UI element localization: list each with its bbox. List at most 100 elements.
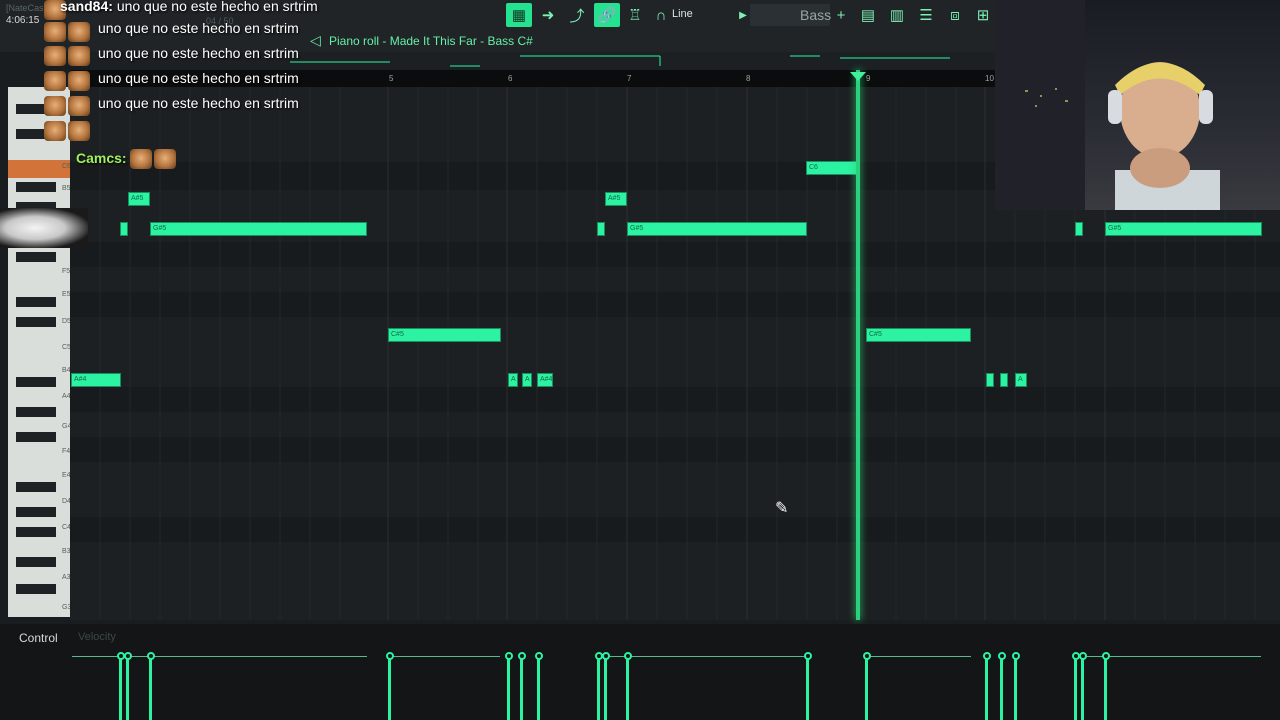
chat-message: uno que no este hecho en srtrim [98, 95, 299, 111]
note[interactable]: G#5 [627, 222, 807, 236]
note[interactable] [597, 222, 605, 236]
note[interactable]: A [522, 373, 532, 387]
velocity-bar[interactable] [119, 656, 122, 720]
arrow-icon[interactable]: ➜ [535, 3, 561, 27]
chat-username: Camcs: [76, 150, 127, 166]
emote-icon [44, 46, 66, 66]
chat-message: uno que no este hecho en srtrim [98, 70, 299, 86]
key-label: F4 [62, 448, 71, 455]
note[interactable] [1075, 222, 1083, 236]
velocity-bar[interactable] [1000, 656, 1003, 720]
piano-roll-icon[interactable]: ▦ [506, 3, 532, 27]
tree-icon[interactable]: ⊞ [970, 3, 996, 27]
velocity-bar[interactable] [388, 656, 391, 720]
note[interactable]: A#4 [537, 373, 553, 387]
key-highlight [8, 160, 70, 178]
velocity-baseline [390, 656, 500, 657]
plugin-icon[interactable]: ⧈ [942, 3, 968, 27]
velocity-bar[interactable] [604, 656, 607, 720]
chat-username: sand84: uno que no este hecho en srtrim [60, 0, 318, 14]
velocity-handle[interactable] [983, 652, 991, 660]
chat-message: uno que no este hecho en srtrim [98, 45, 299, 61]
mixer-icon[interactable]: ▥ [884, 3, 910, 27]
note[interactable]: C6 [806, 161, 858, 175]
velocity-handle[interactable] [147, 652, 155, 660]
stream-name: [NateCas [6, 3, 44, 13]
add-icon[interactable]: + [828, 3, 854, 27]
piano-roll-title: Piano roll - Made It This Far - Bass C# [329, 34, 533, 48]
note[interactable]: A#5 [128, 192, 150, 206]
note[interactable] [1000, 373, 1008, 387]
velocity-bar[interactable] [520, 656, 523, 720]
velocity-bar[interactable] [1081, 656, 1084, 720]
emote-icon [154, 149, 176, 169]
velocity-bar[interactable] [865, 656, 868, 720]
bar-number: 7 [627, 74, 632, 83]
note[interactable]: A [1015, 373, 1027, 387]
velocity-bar[interactable] [1104, 656, 1107, 720]
emote-icon [44, 96, 66, 116]
emote-icon [68, 121, 90, 141]
control-pane[interactable] [0, 624, 1280, 720]
velocity-handle[interactable] [602, 652, 610, 660]
sticker-image [0, 208, 88, 248]
note[interactable]: C#5 [388, 328, 501, 342]
velocity-bar[interactable] [1014, 656, 1017, 720]
velocity-handle[interactable] [535, 652, 543, 660]
webcam-feed [995, 0, 1280, 210]
pencil-cursor-icon: ✎ [775, 500, 789, 517]
note[interactable]: G#5 [150, 222, 367, 236]
bell-icon[interactable]: ♖ [622, 3, 648, 27]
emote-icon [44, 121, 66, 141]
velocity-bar[interactable] [626, 656, 629, 720]
playlist-icon[interactable]: ▤ [855, 3, 881, 27]
velocity-bar[interactable] [985, 656, 988, 720]
velocity-handle[interactable] [386, 652, 394, 660]
channel-rack-icon[interactable]: ☰ [913, 3, 939, 27]
velocity-handle[interactable] [998, 652, 1006, 660]
slide-icon[interactable]: ⤴ [564, 3, 590, 27]
playhead[interactable] [856, 70, 860, 620]
emote-icon [68, 96, 90, 116]
velocity-bar[interactable] [507, 656, 510, 720]
emote-icon [68, 71, 90, 91]
velocity-handle[interactable] [1079, 652, 1087, 660]
bar-number: 5 [389, 74, 394, 83]
note[interactable] [986, 373, 994, 387]
velocity-bar[interactable] [126, 656, 129, 720]
note[interactable]: A [508, 373, 518, 387]
velocity-bar[interactable] [597, 656, 600, 720]
velocity-handle[interactable] [124, 652, 132, 660]
velocity-bar[interactable] [537, 656, 540, 720]
magnet-icon[interactable]: ∩ [648, 3, 674, 27]
bar-number: 6 [508, 74, 513, 83]
snap-label[interactable]: Line [672, 8, 693, 20]
velocity-baseline [866, 656, 971, 657]
webcam-image [995, 0, 1220, 210]
pattern-label: Bass [800, 7, 832, 23]
velocity-handle[interactable] [804, 652, 812, 660]
velocity-bar[interactable] [149, 656, 152, 720]
velocity-bar[interactable] [806, 656, 809, 720]
velocity-bar[interactable] [1074, 656, 1077, 720]
note[interactable]: G#5 [1105, 222, 1262, 236]
emote-icon [68, 46, 90, 66]
playhead-marker-icon[interactable] [850, 72, 866, 81]
velocity-handle[interactable] [624, 652, 632, 660]
emote-icon [68, 22, 90, 42]
control-label[interactable]: Control [19, 631, 58, 645]
note[interactable] [120, 222, 128, 236]
note[interactable]: A#5 [605, 192, 627, 206]
velocity-handle[interactable] [505, 652, 513, 660]
bar-number: 10 [985, 74, 994, 83]
link-icon[interactable]: 🔗 [594, 3, 620, 27]
velocity-handle[interactable] [1012, 652, 1020, 660]
velocity-handle[interactable] [518, 652, 526, 660]
bar-number: 8 [746, 74, 751, 83]
note[interactable]: C#5 [866, 328, 971, 342]
arrow-left-icon[interactable]: ◁ [310, 32, 321, 49]
velocity-handle[interactable] [863, 652, 871, 660]
emote-icon [130, 149, 152, 169]
note[interactable]: A#4 [71, 373, 121, 387]
velocity-handle[interactable] [1102, 652, 1110, 660]
